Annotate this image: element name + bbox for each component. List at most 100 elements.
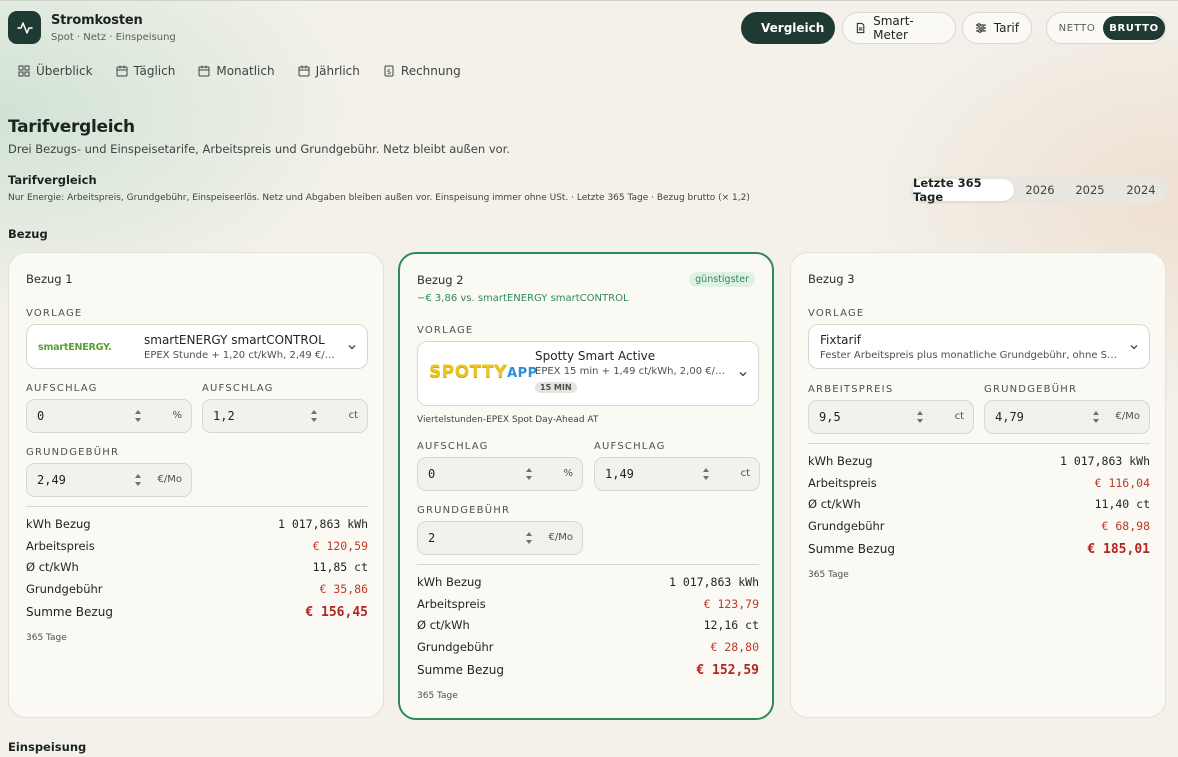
template-description: Fester Arbeitspreis plus monatliche Grun… — [820, 350, 1120, 361]
markup-label: AUFSCHLAG — [594, 441, 666, 452]
base-fee-input[interactable]: 2,49 €/Mo — [26, 463, 192, 497]
row-value: 12,16 ct — [703, 618, 759, 632]
template-select[interactable]: Fixtarif Fester Arbeitspreis plus monatl… — [808, 324, 1150, 369]
nav-yearly[interactable]: Jährlich — [298, 62, 360, 80]
input-value: 0 — [37, 409, 45, 423]
row-value: € 28,80 — [710, 640, 759, 654]
input-unit: % — [172, 410, 182, 421]
tariff-button[interactable]: Tarif — [962, 12, 1032, 44]
input-unit: €/Mo — [548, 532, 573, 543]
energy-price-row: Arbeitspreis € 116,04 — [808, 476, 1150, 492]
invoice-icon: $ — [384, 65, 394, 77]
nav-invoice[interactable]: $ Rechnung — [383, 62, 461, 80]
grid-icon — [18, 65, 30, 77]
tariff-label: Tarif — [993, 21, 1019, 35]
interval-tag: 15 MIN — [535, 382, 577, 393]
app-title: Stromkosten — [51, 13, 143, 28]
base-fee-input[interactable]: 2 €/Mo — [417, 521, 583, 555]
base-fee-input[interactable]: 4,79 €/Mo — [984, 400, 1150, 434]
stepper-icon[interactable] — [525, 467, 533, 481]
base-fee-row: Grundgebühr € 28,80 — [417, 640, 759, 656]
section-note: Nur Energie: Arbeitspreis, Grundgebühr, … — [8, 193, 750, 203]
tariff-card-bezug-1: Bezug 1 VORLAGE smartENERGY. smartENERGY… — [8, 252, 384, 718]
markup-percent-input[interactable]: 0 % — [417, 457, 583, 491]
period-2024[interactable]: 2024 — [1120, 179, 1162, 201]
template-select[interactable]: smartENERGY. smartENERGY smartCONTROL EP… — [26, 324, 368, 369]
nav-overview[interactable]: Überblick — [18, 62, 93, 80]
stepper-icon[interactable] — [310, 409, 318, 423]
input-unit: % — [563, 468, 573, 479]
row-label: Grundgebühr — [808, 519, 885, 533]
chevron-down-icon — [348, 345, 356, 350]
energy-price-row: Arbeitspreis € 120,59 — [26, 539, 368, 555]
row-label: kWh Bezug — [417, 575, 482, 589]
input-value: 1,49 — [605, 467, 634, 481]
markup-label: AUFSCHLAG — [26, 383, 98, 394]
divider — [26, 506, 368, 507]
row-label: kWh Bezug — [808, 454, 873, 468]
row-value: € 185,01 — [1087, 542, 1150, 557]
divider — [417, 564, 759, 565]
savings-note: −€ 3,86 vs. smartENERGY smartCONTROL — [417, 293, 629, 304]
stepper-icon[interactable] — [702, 467, 710, 481]
svg-text:$: $ — [387, 68, 391, 76]
stepper-icon[interactable] — [134, 473, 142, 487]
period-selector: Letzte 365 Tage 2026 2025 2024 — [910, 176, 1168, 204]
period-last-365[interactable]: Letzte 365 Tage — [913, 176, 1014, 204]
document-icon — [856, 22, 865, 34]
app-logo[interactable] — [8, 11, 41, 44]
brutto-option[interactable]: BRUTTO — [1103, 16, 1165, 40]
markup-cent-input[interactable]: 1,2 ct — [202, 399, 368, 433]
energy-price-label: ARBEITSPREIS — [808, 384, 894, 395]
sum-row: Summe Bezug € 185,01 — [808, 542, 1150, 558]
row-label: Arbeitspreis — [808, 476, 877, 490]
netto-option[interactable]: NETTO — [1051, 16, 1103, 40]
nav-label: Rechnung — [400, 64, 461, 78]
markup-percent-input[interactable]: 0 % — [26, 399, 192, 433]
energy-price-input[interactable]: 9,5 ct — [808, 400, 974, 434]
row-value: 11,85 ct — [312, 560, 368, 574]
group-label-einspeisung: Einspeisung — [8, 740, 87, 754]
stepper-icon[interactable] — [525, 531, 533, 545]
template-name: Spotty Smart Active — [535, 349, 656, 363]
period-2026[interactable]: 2026 — [1020, 179, 1060, 201]
row-value: € 116,04 — [1094, 476, 1150, 490]
period-2025[interactable]: 2025 — [1070, 179, 1110, 201]
nav-monthly[interactable]: Monatlich — [198, 62, 275, 80]
row-value: € 152,59 — [696, 663, 759, 678]
template-select[interactable]: SPOTTYAPP Spotty Smart Active EPEX 15 mi… — [417, 341, 759, 406]
markup-label: AUFSCHLAG — [202, 383, 274, 394]
tariff-card-bezug-3: Bezug 3 VORLAGE Fixtarif Fester Arbeitsp… — [790, 252, 1166, 718]
compare-label: Vergleich — [761, 21, 825, 35]
sliders-icon — [975, 23, 986, 33]
template-description: EPEX Stunde + 1,20 ct/kWh, 2,49 €/Monat — [144, 350, 339, 361]
days-note: 365 Tage — [417, 691, 458, 701]
stepper-icon[interactable] — [134, 409, 142, 423]
days-note: 365 Tage — [808, 570, 849, 580]
tax-toggle: NETTO BRUTTO — [1046, 12, 1166, 44]
logo-suffix: APP — [507, 366, 538, 381]
kwh-row: kWh Bezug 1 017,863 kWh — [808, 454, 1150, 470]
chevron-down-icon — [739, 372, 747, 377]
compare-button[interactable]: Vergleich — [741, 12, 835, 44]
input-unit: ct — [348, 410, 358, 421]
card-title: Bezug 1 — [26, 272, 73, 286]
smart-meter-button[interactable]: Smart-Meter — [842, 12, 956, 44]
input-value: 4,79 — [995, 410, 1024, 424]
kwh-row: kWh Bezug 1 017,863 kWh — [26, 517, 368, 533]
input-value: 0 — [428, 467, 436, 481]
page-title: Tarifvergleich — [8, 117, 135, 137]
avg-price-row: Ø ct/kWh 12,16 ct — [417, 618, 759, 634]
logo-word: SPOTTY — [429, 362, 508, 382]
nav-daily[interactable]: Täglich — [116, 62, 175, 80]
markup-cent-input[interactable]: 1,49 ct — [594, 457, 760, 491]
stepper-icon[interactable] — [916, 410, 924, 424]
stepper-icon[interactable] — [1092, 410, 1100, 424]
pulse-icon — [16, 21, 33, 34]
group-label-bezug: Bezug — [8, 227, 48, 241]
base-fee-row: Grundgebühr € 68,98 — [808, 519, 1150, 535]
template-label: VORLAGE — [808, 308, 865, 319]
row-label: Ø ct/kWh — [26, 560, 79, 574]
row-value: € 156,45 — [305, 605, 368, 620]
app-subtitle: Spot · Netz · Einspeisung — [51, 32, 176, 43]
